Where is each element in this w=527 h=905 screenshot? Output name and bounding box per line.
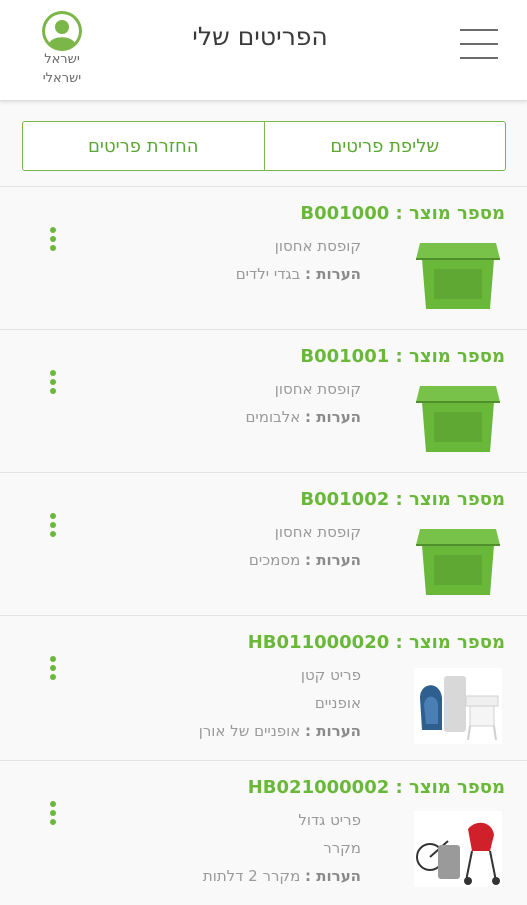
tab-return-items[interactable]: החזרת פריטים [23,122,264,170]
more-options-icon[interactable] [46,227,60,257]
items-list: מספר מוצר : B001000 קופסת אחסון הערות : … [0,186,527,905]
storage-box-image [416,243,500,309]
item-category: אופניים [314,694,361,712]
storage-box-image [416,386,500,452]
more-options-icon[interactable] [46,656,60,686]
storage-box-image [416,529,500,595]
item-notes: הערות : אלבומים [245,408,361,426]
product-number: מספר מוצר : HB021000002 [247,777,505,798]
page-title: הפריטים שלי [192,22,328,51]
list-item[interactable]: מספר מוצר : B001002 קופסת אחסון הערות : … [0,472,527,615]
list-item[interactable]: מספר מוצר : HB011000020 פריט קטן אופניים… [0,615,527,760]
more-options-icon[interactable] [46,513,60,543]
item-category: מקרר [323,839,361,857]
avatar-icon[interactable] [41,10,83,52]
list-item[interactable]: מספר מוצר : B001001 קופסת אחסון הערות : … [0,329,527,472]
item-notes: הערות : אופניים של אורן [198,722,361,740]
user-first-name: ישראל [44,52,80,67]
tab-retrieve-items[interactable]: שליפת פריטים [263,122,506,170]
product-number: מספר מוצר : B001000 [300,203,505,224]
item-type: קופסת אחסון [274,523,361,541]
small-items-image [414,668,502,744]
item-notes: הערות : בגדי ילדים [235,265,361,283]
large-items-image [414,811,502,887]
item-type: פריט קטן [300,666,361,684]
list-item[interactable]: מספר מוצר : B001000 קופסת אחסון הערות : … [0,186,527,329]
user-last-name: ישראלי [42,71,82,86]
item-type: קופסת אחסון [274,237,361,255]
more-options-icon[interactable] [46,370,60,400]
item-type: פריט גדול [298,811,361,829]
menu-icon[interactable] [460,29,498,59]
product-number: מספר מוצר : HB011000020 [247,632,505,653]
item-type: קופסת אחסון [274,380,361,398]
app-header: הפריטים שלי ישראל ישראלי [0,0,527,101]
product-number: מספר מוצר : B001002 [300,489,505,510]
item-notes: הערות : מקרר 2 דלתות [202,867,361,885]
product-number: מספר מוצר : B001001 [300,346,505,367]
item-notes: הערות : מסמכים [248,551,361,569]
tab-bar: החזרת פריטים שליפת פריטים [22,121,506,171]
more-options-icon[interactable] [46,801,60,831]
list-item[interactable]: מספר מוצר : HB021000002 פריט גדול מקרר ה… [0,760,527,905]
